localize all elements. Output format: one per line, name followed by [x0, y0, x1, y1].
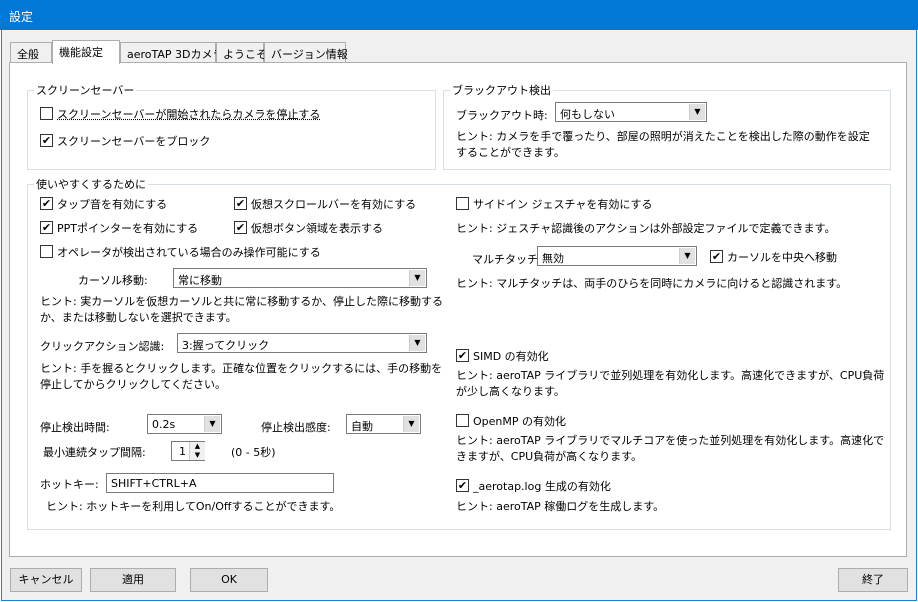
- cursor-move-label: カーソル移動:: [78, 274, 148, 287]
- blackout-label: ブラックアウト時:: [456, 109, 548, 122]
- side-in-gesture-label: サイドイン ジェスチャを有効にする: [473, 198, 653, 211]
- openmp-checkbox[interactable]: [456, 414, 469, 427]
- virtual-button-area-checkbox[interactable]: ✔: [234, 221, 247, 234]
- select-value: 0.2s: [152, 418, 176, 431]
- chevron-up-icon[interactable]: ▲: [189, 442, 205, 451]
- group-legend: 使いやすくするために: [36, 178, 146, 191]
- min-tap-interval-range: (0 - 5秒): [231, 446, 276, 459]
- simd-hint: ヒント: aeroTAP ライブラリで並列処理を有効化します。高速化できますが、…: [456, 369, 885, 398]
- title-bar: 設定: [0, 0, 918, 30]
- click-action-hint: ヒント: 手を握るとクリックします。正確な位置をクリックするには、手の移動を停止…: [40, 362, 443, 391]
- tab-label: ようこそ: [223, 48, 267, 61]
- ppt-pointer-label: PPTポインターを有効にする: [57, 222, 199, 235]
- cursor-move-select[interactable]: 常に移動 ▼: [173, 268, 427, 288]
- blackout-hint: ヒント: カメラを手で覆ったり、部屋の照明が消えたことを検出した際の動作を設定す…: [456, 130, 870, 159]
- chevron-down-icon: ▼: [204, 416, 220, 432]
- click-action-select[interactable]: 3:握ってクリック ▼: [177, 333, 427, 353]
- center-cursor-label: カーソルを中央へ移動: [727, 251, 837, 264]
- log-hint: ヒント: aeroTAP 稼働ログを生成します。: [456, 500, 665, 513]
- tab-version-info[interactable]: バージョン情報: [264, 42, 348, 62]
- cursor-move-hint: ヒント: 実カーソルを仮想カーソルと共に常に移動するか、停止した際に移動するか、…: [40, 295, 443, 324]
- stop-sensitivity-label: 停止検出感度:: [261, 421, 331, 434]
- ok-button[interactable]: OK: [190, 568, 268, 592]
- operator-only-label: オペレータが検出されている場合のみ操作可能にする: [57, 246, 321, 259]
- chevron-down-icon: ▼: [689, 104, 705, 120]
- tab-label: 全般: [17, 48, 39, 61]
- log-label: _aerotap.log 生成の有効化: [473, 480, 611, 493]
- tab-aerotap-3d-camera[interactable]: aeroTAP 3Dカメラ: [120, 42, 224, 62]
- close-button[interactable]: 終了: [838, 568, 908, 592]
- min-tap-interval-stepper[interactable]: 1 ▲ ▼: [171, 441, 205, 461]
- tap-sound-checkbox[interactable]: ✔: [40, 197, 53, 210]
- block-screensaver-checkbox[interactable]: ✔: [40, 134, 53, 147]
- tap-sound-label: タップ音を有効にする: [57, 198, 168, 211]
- chevron-down-icon: ▼: [403, 416, 419, 432]
- ppt-pointer-checkbox[interactable]: ✔: [40, 221, 53, 234]
- stepper-value: 1: [179, 445, 186, 458]
- select-value: 3:握ってクリック: [182, 339, 270, 352]
- window-title: 設定: [9, 10, 34, 24]
- center-cursor-checkbox[interactable]: ✔: [710, 250, 723, 263]
- chevron-down-icon: ▼: [679, 248, 695, 264]
- stop-time-label: 停止検出時間:: [40, 421, 110, 434]
- blackout-select[interactable]: 何もしない ▼: [555, 102, 707, 122]
- chevron-down-icon: ▼: [409, 270, 425, 286]
- virtual-scrollbar-label: 仮想スクロールバーを有効にする: [251, 198, 417, 211]
- select-value: 常に移動: [178, 274, 222, 287]
- side-in-gesture-checkbox[interactable]: [456, 197, 469, 210]
- input-value: SHIFT+CTRL+A: [111, 477, 197, 490]
- tab-panel: スクリーンセーバー スクリーンセーバーが開始されたらカメラを停止する ✔ スクリ…: [9, 62, 907, 557]
- click-action-label: クリックアクション認識:: [40, 340, 165, 353]
- group-legend: ブラックアウト検出: [452, 84, 551, 97]
- block-screensaver-label: スクリーンセーバーをブロック: [57, 135, 211, 148]
- hotkey-hint: ヒント: ホットキーを利用してOn/Offすることができます。: [46, 500, 341, 513]
- tab-features[interactable]: 機能設定: [52, 40, 120, 64]
- group-legend: スクリーンセーバー: [36, 84, 135, 97]
- openmp-hint: ヒント: aeroTAP ライブラリでマルチコアを使った並列処理を有効化します。…: [456, 434, 885, 463]
- simd-label: SIMD の有効化: [473, 350, 549, 363]
- tab-label: aeroTAP 3Dカメラ: [127, 48, 224, 61]
- select-value: 自動: [351, 420, 373, 433]
- virtual-button-area-label: 仮想ボタン領域を表示する: [251, 222, 383, 235]
- multitouch-hint: ヒント: マルチタッチは、両手のひらを同時にカメラに向けると認識されます。: [456, 277, 848, 290]
- screensaver-group: スクリーンセーバー: [27, 82, 436, 170]
- virtual-scrollbar-checkbox[interactable]: ✔: [234, 197, 247, 210]
- chevron-down-icon: ▼: [409, 335, 425, 351]
- chevron-down-icon[interactable]: ▼: [189, 451, 205, 460]
- operator-only-checkbox[interactable]: [40, 245, 53, 258]
- side-in-gesture-hint: ヒント: ジェスチャ認識後のアクションは外部設定ファイルで定義できます。: [456, 222, 836, 235]
- hotkey-input[interactable]: SHIFT+CTRL+A: [106, 473, 334, 493]
- cancel-button[interactable]: キャンセル: [10, 568, 82, 592]
- min-tap-interval-label: 最小連続タップ間隔:: [43, 446, 146, 459]
- tab-label: バージョン情報: [271, 48, 348, 61]
- log-checkbox[interactable]: ✔: [456, 479, 469, 492]
- stop-sensitivity-select[interactable]: 自動 ▼: [346, 414, 421, 434]
- multitouch-label: マルチタッチ:: [472, 253, 542, 266]
- hotkey-label: ホットキー:: [40, 478, 99, 491]
- stop-on-screensaver-checkbox[interactable]: [40, 107, 53, 120]
- stop-time-select[interactable]: 0.2s ▼: [147, 414, 222, 434]
- simd-checkbox[interactable]: ✔: [456, 349, 469, 362]
- openmp-label: OpenMP の有効化: [473, 415, 567, 428]
- apply-button[interactable]: 適用: [90, 568, 176, 592]
- tab-general[interactable]: 全般: [10, 42, 52, 62]
- tab-welcome[interactable]: ようこそ: [216, 42, 267, 62]
- select-value: 何もしない: [560, 108, 615, 121]
- stop-on-screensaver-label: スクリーンセーバーが開始されたらカメラを停止する: [57, 108, 321, 121]
- multitouch-select[interactable]: 無効 ▼: [537, 246, 697, 266]
- tab-label: 機能設定: [59, 46, 103, 59]
- select-value: 無効: [542, 252, 564, 265]
